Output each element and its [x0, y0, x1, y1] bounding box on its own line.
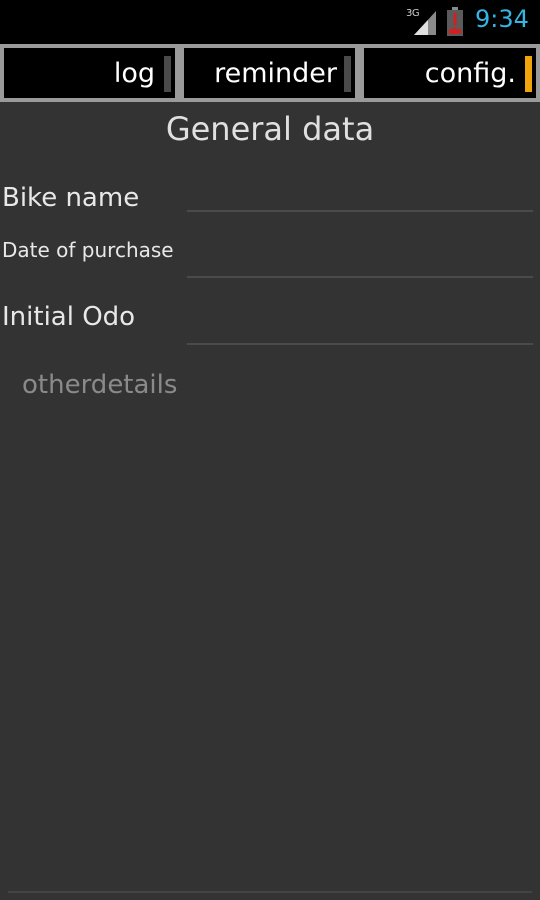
clock: 9:34 [475, 5, 529, 33]
page-title: General data [165, 110, 375, 148]
bottom-divider [8, 891, 532, 893]
tab-config-indicator [525, 56, 532, 92]
initial-odo-label: Initial Odo [2, 302, 136, 332]
tab-reminder-indicator [344, 56, 351, 92]
status-bar: 3G 9:34 [0, 0, 540, 44]
tab-log-label: log [113, 58, 155, 89]
battery-alert-icon [447, 7, 463, 36]
signal-icon [414, 11, 436, 35]
tab-log[interactable]: log [4, 48, 175, 98]
date-of-purchase-label: Date of purchase [2, 238, 174, 262]
other-details-input[interactable] [2, 356, 532, 414]
tab-reminder[interactable]: reminder [184, 48, 355, 98]
tab-log-indicator [164, 56, 171, 92]
tab-reminder-label: reminder [214, 58, 337, 89]
date-of-purchase-input[interactable] [187, 240, 533, 278]
bike-name-label: Bike name [2, 183, 140, 213]
tab-bar: log reminder config. [0, 44, 540, 102]
initial-odo-input[interactable] [187, 307, 533, 345]
bike-name-input[interactable] [187, 174, 533, 212]
tab-config[interactable]: config. [364, 48, 536, 98]
tab-config-label: config. [424, 58, 516, 89]
